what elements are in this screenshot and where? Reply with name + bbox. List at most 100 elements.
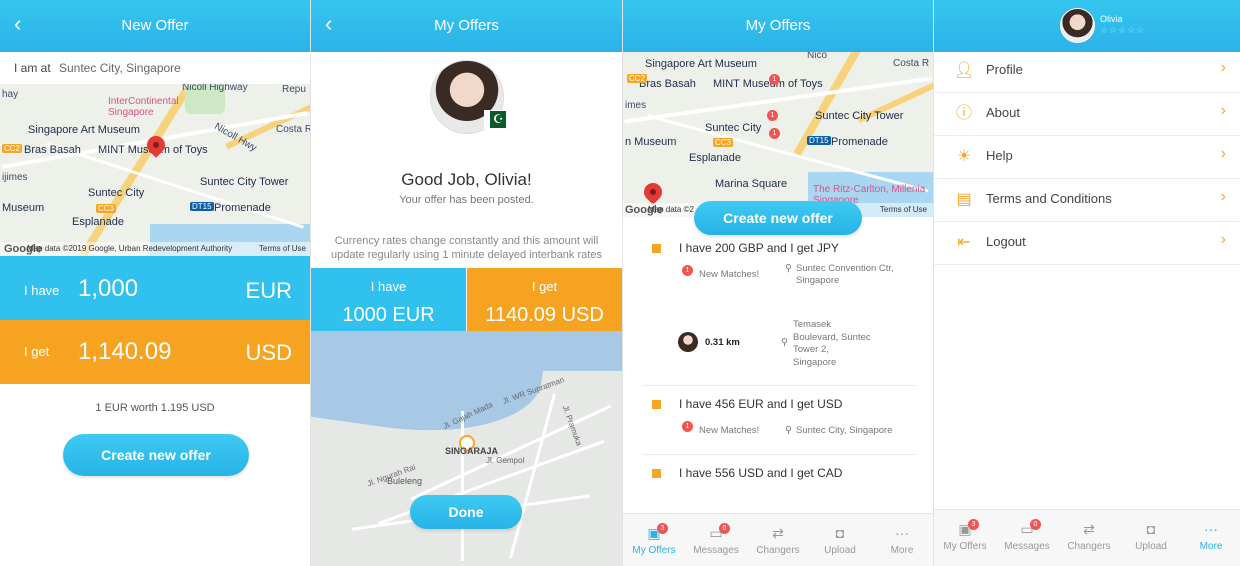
map-label: hay [2, 89, 19, 100]
tab-bar: ▣ 3 My Offers ▭ 0 Messages ⇄ Changers ◘ … [623, 513, 933, 566]
tab-messages[interactable]: ▭ 0 Messages [685, 514, 747, 566]
offer-map[interactable]: Jl. WR Supratman Jl. Gajah Mada Jl. Gemp… [311, 331, 622, 566]
map-marker-count[interactable]: 1 [767, 110, 778, 121]
menu-logout[interactable]: ⇤ Logout › [934, 221, 1240, 265]
logout-icon: ⇤ [957, 234, 971, 251]
map-label: Costa R [276, 124, 310, 135]
more-menu-screen: Olivia ☆☆☆☆☆ 👤︎ Profile › ⓘ About › ☀︎ H… [934, 0, 1240, 566]
map-place-label: Buleleng [387, 476, 423, 486]
success-subheading: Your offer has been posted. [399, 194, 534, 206]
map-label: Singapore [108, 107, 154, 118]
map-street: Jl. Gempol [486, 456, 525, 465]
tab-label: More [1199, 541, 1223, 552]
chevron-right-icon: › [1220, 102, 1226, 119]
menu-profile[interactable]: 👤︎ Profile › [934, 49, 1240, 93]
mrt-badge: CC3 [713, 138, 734, 147]
divider [643, 454, 915, 455]
matches-text[interactable]: New Matches! [699, 269, 759, 281]
create-offer-button[interactable]: Create new offer [694, 201, 862, 235]
tab-changers[interactable]: ⇄ Changers [747, 514, 809, 566]
more-icon: ··· [895, 525, 909, 541]
tab-badge: 0 [1030, 519, 1041, 530]
location-map[interactable]: hay InterContinental Singapore Singapore… [0, 84, 310, 256]
pin-outline-icon: ⚲ [785, 263, 792, 274]
get-label: I get [24, 344, 50, 359]
have-amount-input[interactable]: 1,000 [78, 275, 138, 303]
tab-upload[interactable]: ◘ Upload [1120, 510, 1182, 562]
create-offer-button[interactable]: Create new offer [63, 434, 249, 476]
distance-text: 0.31 km [705, 337, 740, 348]
tab-badge: 3 [657, 523, 668, 534]
my-offers-screen: My Offers Singapore Art Museum Bras Basa… [623, 0, 933, 566]
tab-label: Upload [1135, 541, 1167, 552]
map-label: imes [625, 100, 647, 111]
tab-upload[interactable]: ◘ Upload [809, 514, 871, 566]
success-heading: Good Job, Olivia! [401, 170, 532, 189]
get-panel: I get 1,140.09 USD [0, 320, 310, 384]
chevron-right-icon: › [1220, 188, 1226, 205]
map-marker-count[interactable]: 1 [769, 74, 780, 85]
tab-changers[interactable]: ⇄ Changers [1058, 510, 1120, 562]
map-label: Suntec City [88, 187, 145, 199]
matches-badge: 1 [682, 265, 693, 276]
matches-badge: 1 [682, 421, 693, 432]
chevron-right-icon: › [1220, 231, 1226, 248]
avatar[interactable] [1060, 8, 1095, 43]
location-pin-icon [640, 179, 666, 205]
offer-marker-icon [652, 244, 661, 253]
header: My Offers [623, 0, 933, 52]
offer-marker-icon [652, 469, 661, 478]
rating-stars: ☆☆☆☆☆ [1100, 25, 1146, 35]
offers-icon: ▣ [647, 525, 661, 541]
header: ‹ My Offers [311, 0, 622, 52]
get-currency-select[interactable]: USD [246, 340, 292, 366]
terms-link[interactable]: Terms of Use [259, 244, 306, 253]
map-label: Singapore Art Museum [645, 58, 757, 70]
tab-my-offers[interactable]: ▣ 3 My Offers [934, 510, 996, 562]
changers-icon: ⇄ [1083, 521, 1095, 537]
chevron-right-icon: › [1220, 145, 1226, 162]
menu-label: About [986, 105, 1020, 120]
map-attribution: Map data ©2019 Google, Urban Redevelopme… [27, 244, 233, 253]
map-marker-count[interactable]: 1 [769, 128, 780, 139]
menu-about[interactable]: ⓘ About › [934, 92, 1240, 136]
have-label: I have [24, 283, 60, 298]
have-value: 1000 EUR [342, 304, 435, 326]
matches-text[interactable]: New Matches! [699, 425, 759, 437]
tab-label: My Offers [632, 545, 676, 556]
menu-label: Logout [986, 234, 1026, 249]
done-button[interactable]: Done [410, 495, 522, 529]
camera-icon: ◘ [1146, 521, 1156, 537]
mrt-badge: CC2 [627, 74, 648, 83]
offers-map[interactable]: Singapore Art Museum Bras Basah MINT Mus… [623, 52, 933, 217]
map-label: Marina Square [715, 178, 788, 190]
mrt-badge: CC3 [96, 204, 117, 213]
get-amount: 1,140.09 [78, 338, 172, 365]
mrt-badge: CC2 [2, 144, 23, 153]
map-label: Costa R [893, 58, 930, 69]
map-footer: Google Map data ©2019 Google, Urban Rede… [0, 242, 310, 256]
map-attribution: Map data ©2 [648, 205, 694, 214]
tab-messages[interactable]: ▭ 0 Messages [996, 510, 1058, 562]
bulb-icon: ☀︎ [956, 148, 972, 165]
get-label: I get [531, 279, 558, 294]
tab-my-offers[interactable]: ▣ 3 My Offers [623, 514, 685, 566]
page-title: My Offers [745, 17, 811, 34]
menu-help[interactable]: ☀︎ Help › [934, 135, 1240, 179]
location-value[interactable]: Suntec City, Singapore [59, 61, 181, 75]
have-label: I have [370, 279, 407, 294]
map-label: Nicoll Highway [182, 84, 248, 93]
header: ‹ New Offer [0, 0, 310, 52]
menu-terms[interactable]: ▤ Terms and Conditions › [934, 178, 1240, 222]
map-label: Nico [807, 52, 828, 61]
tab-label: Changers [756, 545, 800, 556]
mrt-badge: DT15 [807, 136, 831, 145]
menu-label: Profile [986, 62, 1023, 77]
pin-outline-icon: ⚲ [785, 425, 792, 436]
tab-more[interactable]: ··· More [871, 514, 933, 566]
have-currency-select[interactable]: EUR [246, 278, 292, 304]
tab-badge: 3 [968, 519, 979, 530]
tab-more[interactable]: ··· More [1180, 510, 1240, 562]
terms-link[interactable]: Terms of Use [880, 205, 927, 214]
changers-icon: ⇄ [772, 525, 784, 541]
